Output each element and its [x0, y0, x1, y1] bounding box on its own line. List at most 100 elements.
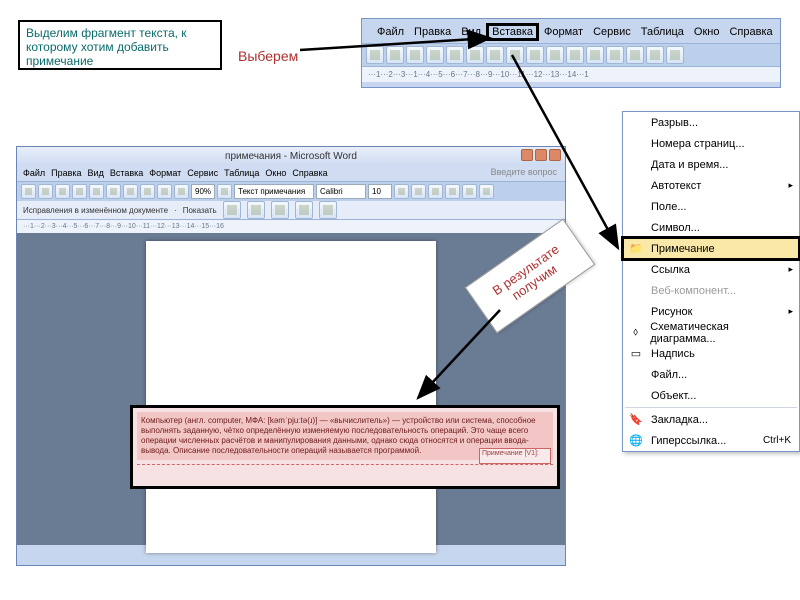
- globe-icon: 🌐: [627, 433, 645, 449]
- tb-underline-icon[interactable]: [428, 184, 443, 199]
- menubar-row: Файл Правка Вид Вставка Формат Сервис Та…: [362, 19, 780, 43]
- menu-table[interactable]: Таблица: [636, 24, 689, 40]
- toolbar-redo-icon[interactable]: [566, 46, 584, 64]
- dd-field[interactable]: Поле...: [623, 196, 799, 217]
- folder-icon: 📁: [627, 241, 645, 257]
- tb-save-icon[interactable]: [55, 184, 70, 199]
- toolbar-cut-icon[interactable]: [486, 46, 504, 64]
- menu-tools[interactable]: Сервис: [588, 24, 636, 40]
- font-combo[interactable]: Calibri: [316, 184, 366, 199]
- toolbar-new-icon[interactable]: [366, 46, 384, 64]
- toolbar-link-icon[interactable]: [586, 46, 604, 64]
- show-button[interactable]: Показать: [183, 206, 217, 215]
- minimize-button[interactable]: [521, 149, 533, 161]
- track-changes-combo[interactable]: Исправления в изменённом документе: [23, 206, 168, 215]
- blank-icon: [627, 115, 645, 131]
- blank-icon: [627, 157, 645, 173]
- tb-help-icon[interactable]: [217, 184, 232, 199]
- dd-date-time[interactable]: Дата и время...: [623, 154, 799, 175]
- tb-cut-icon[interactable]: [106, 184, 121, 199]
- toolbar-spell-icon[interactable]: [466, 46, 484, 64]
- tb-redo-icon[interactable]: [174, 184, 189, 199]
- ruler: ···1···2···3···1···4···5···6···7···8···9…: [362, 66, 780, 82]
- w2-menu-format[interactable]: Формат: [149, 168, 181, 178]
- toolbar-drawing-icon[interactable]: [646, 46, 664, 64]
- tb-italic-icon[interactable]: [411, 184, 426, 199]
- review-accept-icon[interactable]: [271, 201, 289, 219]
- dd-web-component: Веб-компонент...: [623, 280, 799, 301]
- dd-textbox[interactable]: ▭Надпись: [623, 343, 799, 364]
- menu-view[interactable]: Вид: [456, 24, 486, 40]
- menu-window[interactable]: Окно: [689, 24, 725, 40]
- review-prev-icon[interactable]: [223, 201, 241, 219]
- tb-print-icon[interactable]: [72, 184, 87, 199]
- tb-paste-icon[interactable]: [140, 184, 155, 199]
- blank-icon: [627, 136, 645, 152]
- review-next-icon[interactable]: [247, 201, 265, 219]
- dd-comment[interactable]: 📁Примечание: [623, 238, 799, 259]
- toolbar-open-icon[interactable]: [386, 46, 404, 64]
- tb-preview-icon[interactable]: [89, 184, 104, 199]
- maximize-button[interactable]: [535, 149, 547, 161]
- dd-file[interactable]: Файл...: [623, 364, 799, 385]
- tb-new-icon[interactable]: [21, 184, 36, 199]
- dd-hyperlink[interactable]: 🌐Гиперссылка...Ctrl+K: [623, 430, 799, 451]
- document-page[interactable]: [146, 241, 436, 553]
- toolbar-save-icon[interactable]: [406, 46, 424, 64]
- dd-symbol[interactable]: Символ...: [623, 217, 799, 238]
- toolbar-preview-icon[interactable]: [446, 46, 464, 64]
- tb-open-icon[interactable]: [38, 184, 53, 199]
- menu-help[interactable]: Справка: [724, 24, 777, 40]
- close-button[interactable]: [549, 149, 561, 161]
- review-comment-icon[interactable]: [319, 201, 337, 219]
- dd-diagram[interactable]: ⬨Схематическая диаграмма...: [623, 322, 799, 343]
- toolbar-table-icon[interactable]: [606, 46, 624, 64]
- w2-menu-table[interactable]: Таблица: [224, 168, 259, 178]
- size-combo[interactable]: 10: [368, 184, 392, 199]
- blank-icon: [627, 388, 645, 404]
- menu-edit[interactable]: Правка: [409, 24, 456, 40]
- tb-align-left-icon[interactable]: [445, 184, 460, 199]
- w2-menu-window[interactable]: Окно: [265, 168, 286, 178]
- menu-insert[interactable]: Вставка: [486, 23, 539, 41]
- tb-bold-icon[interactable]: [394, 184, 409, 199]
- word-menubar-fragment: Файл Правка Вид Вставка Формат Сервис Та…: [361, 18, 781, 88]
- toolbar-columns-icon[interactable]: [626, 46, 644, 64]
- window-title: примечания - Microsoft Word: [225, 151, 357, 162]
- w2-menu-file[interactable]: Файл: [23, 168, 45, 178]
- dd-reference[interactable]: Ссылка▸: [623, 259, 799, 280]
- menu-file[interactable]: Файл: [372, 24, 409, 40]
- tb-undo-icon[interactable]: [157, 184, 172, 199]
- blank-icon: [627, 304, 645, 320]
- word2-menubar: Файл Правка Вид Вставка Формат Сервис Та…: [17, 165, 565, 181]
- w2-menu-tools[interactable]: Сервис: [187, 168, 218, 178]
- zoom-combo[interactable]: 90%: [191, 184, 215, 199]
- comment-bubble[interactable]: Примечание [V1]:: [479, 448, 551, 464]
- toolbar-undo-icon[interactable]: [546, 46, 564, 64]
- tb-align-center-icon[interactable]: [462, 184, 477, 199]
- dd-autotext[interactable]: Автотекст▸: [623, 175, 799, 196]
- dd-picture[interactable]: Рисунок▸: [623, 301, 799, 322]
- toolbar-zoom-icon[interactable]: [666, 46, 684, 64]
- style-combo[interactable]: Текст примечания: [234, 184, 314, 199]
- toolbar-copy-icon[interactable]: [506, 46, 524, 64]
- w2-menu-view[interactable]: Вид: [88, 168, 104, 178]
- w2-menu-insert[interactable]: Вставка: [110, 168, 143, 178]
- insert-dropdown-menu: Разрыв... Номера страниц... Дата и время…: [622, 111, 800, 452]
- diagram-icon: ⬨: [627, 325, 644, 341]
- dd-object[interactable]: Объект...: [623, 385, 799, 406]
- w2-menu-help[interactable]: Справка: [292, 168, 327, 178]
- menu-format[interactable]: Формат: [539, 24, 588, 40]
- tb-copy-icon[interactable]: [123, 184, 138, 199]
- tb-align-right-icon[interactable]: [479, 184, 494, 199]
- dd-break[interactable]: Разрыв...: [623, 112, 799, 133]
- toolbar-print-icon[interactable]: [426, 46, 444, 64]
- w2-menu-edit[interactable]: Правка: [51, 168, 81, 178]
- dd-bookmark[interactable]: 🔖Закладка...: [623, 409, 799, 430]
- toolbar-paste-icon[interactable]: [526, 46, 544, 64]
- help-question-box[interactable]: Введите вопрос: [491, 167, 557, 177]
- toolbar-row: [362, 43, 780, 66]
- review-reject-icon[interactable]: [295, 201, 313, 219]
- textbox-icon: ▭: [627, 346, 645, 362]
- dd-page-numbers[interactable]: Номера страниц...: [623, 133, 799, 154]
